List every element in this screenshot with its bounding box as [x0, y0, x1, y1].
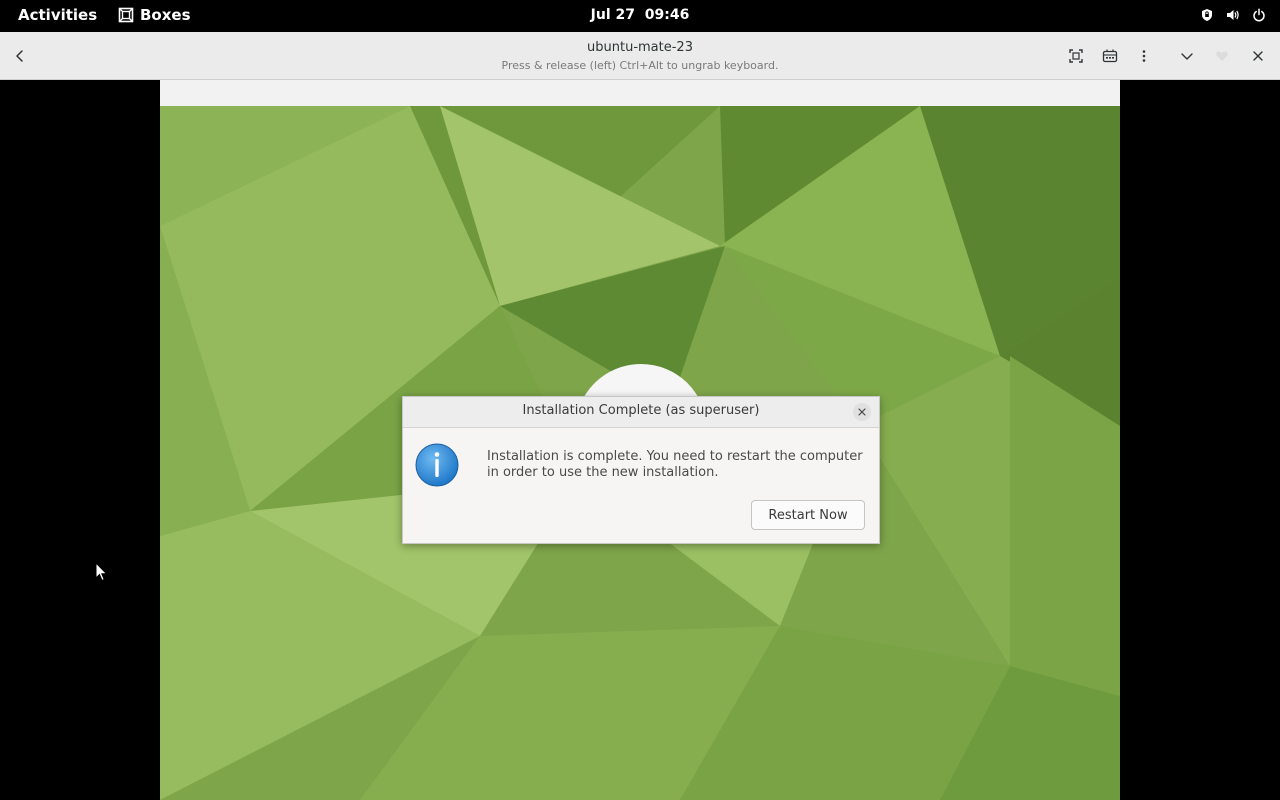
dialog-close-button[interactable] — [853, 403, 871, 421]
close-icon — [858, 408, 866, 416]
keyboard-shortcuts-icon — [1102, 49, 1118, 63]
app-menu-label: Boxes — [140, 6, 191, 24]
power-icon[interactable] — [1252, 8, 1266, 22]
close-button[interactable] — [1244, 42, 1272, 70]
volume-icon[interactable] — [1226, 8, 1240, 22]
vpn-shield-icon[interactable] — [1200, 8, 1214, 22]
info-icon — [415, 443, 459, 487]
boxes-app-icon — [118, 7, 134, 23]
activities-button[interactable]: Activities — [18, 6, 97, 24]
chevron-down-icon — [1181, 53, 1193, 60]
close-icon — [1253, 51, 1263, 61]
fullscreen-button[interactable] — [1062, 42, 1090, 70]
favorite-icon — [1216, 51, 1228, 61]
dialog-message: Installation is complete. You need to re… — [487, 449, 863, 480]
guest-panel — [160, 80, 1120, 107]
boxes-headerbar: ubuntu-mate-23 Press & release (left) Ct… — [0, 32, 1280, 80]
fullscreen-icon — [1069, 49, 1083, 63]
minimize-button[interactable] — [1173, 42, 1201, 70]
favorite-button[interactable] — [1208, 42, 1236, 70]
app-menu-button[interactable]: Boxes — [118, 6, 191, 24]
menu-icon — [1142, 50, 1146, 62]
clock-label[interactable]: Jul 27 09:46 — [591, 7, 690, 23]
top-bar: Activities Boxes Jul 27 09:46 — [0, 0, 1280, 32]
system-tray[interactable] — [1200, 8, 1266, 22]
keyboard-shortcuts-button[interactable] — [1096, 42, 1124, 70]
mouse-cursor-icon — [95, 562, 108, 582]
restart-now-button[interactable]: Restart Now — [751, 500, 865, 530]
dialog-title: Installation Complete (as superuser) — [522, 403, 760, 418]
vm-display[interactable]: Installation Complete (as superuser) Ins… — [160, 80, 1120, 800]
installation-complete-dialog: Installation Complete (as superuser) Ins… — [402, 396, 880, 544]
menu-button[interactable] — [1130, 42, 1158, 70]
dialog-titlebar: Installation Complete (as superuser) — [403, 397, 879, 428]
